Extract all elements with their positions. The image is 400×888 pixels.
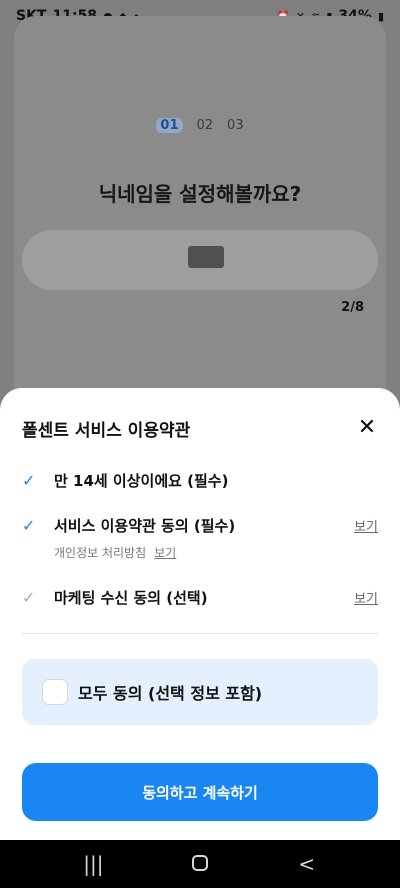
term-service-view-link[interactable]: 보기 (354, 516, 378, 535)
agree-all-row[interactable]: 모두 동의 (선택 정보 포함) (22, 659, 378, 725)
step-2: 02 (196, 118, 214, 133)
back-button[interactable]: < (287, 852, 327, 876)
check-icon: ✓ (22, 515, 36, 535)
term-marketing[interactable]: ✓ 마케팅 수신 동의 (선택) 보기 (22, 585, 378, 609)
nickname-title: 닉네임을 설정해볼까요? (98, 182, 302, 206)
terms-bottom-sheet: 폴센트 서비스 이용약관 ✕ ✓ 만 14세 이상이에요 (필수) ✓ 서비스 … (0, 388, 400, 840)
term-age[interactable]: ✓ 만 14세 이상이에요 (필수) (22, 468, 378, 492)
privacy-policy-label: 개인정보 처리방침 (54, 546, 147, 560)
divider (22, 633, 378, 634)
close-icon: ✕ (357, 414, 377, 440)
close-button[interactable]: ✕ (352, 412, 382, 442)
term-age-label: 만 14세 이상이에요 (필수) (54, 471, 229, 490)
agree-all-checkbox[interactable] (42, 679, 68, 705)
privacy-policy-row: 개인정보 처리방침 보기 (54, 544, 176, 561)
character-counter: 2/8 (341, 300, 364, 315)
term-service[interactable]: ✓ 서비스 이용약관 동의 (필수) 보기 (22, 513, 378, 537)
home-icon (191, 855, 208, 871)
step-1: 01 (156, 118, 183, 133)
recent-apps-button[interactable]: ||| (73, 852, 113, 876)
step-indicator: 01 02 03 (0, 118, 400, 133)
agree-all-label: 모두 동의 (선택 정보 포함) (78, 684, 263, 703)
term-marketing-view-link[interactable]: 보기 (354, 588, 378, 607)
home-button[interactable] (180, 852, 220, 876)
term-marketing-label: 마케팅 수신 동의 (선택) (54, 588, 208, 607)
blurred-nickname-image (188, 246, 224, 268)
term-service-label: 서비스 이용약관 동의 (필수) (54, 516, 236, 535)
check-icon: ✓ (22, 587, 36, 607)
step-3: 03 (227, 118, 244, 133)
background-card (14, 16, 386, 436)
navigation-bar: ||| < (0, 840, 400, 888)
sheet-title: 폴센트 서비스 이용약관 (22, 421, 191, 441)
agree-continue-button[interactable]: 동의하고 계속하기 (22, 763, 378, 821)
check-icon: ✓ (22, 470, 36, 490)
battery-icon: ▮ (377, 9, 384, 23)
privacy-policy-view-link[interactable]: 보기 (154, 544, 176, 561)
